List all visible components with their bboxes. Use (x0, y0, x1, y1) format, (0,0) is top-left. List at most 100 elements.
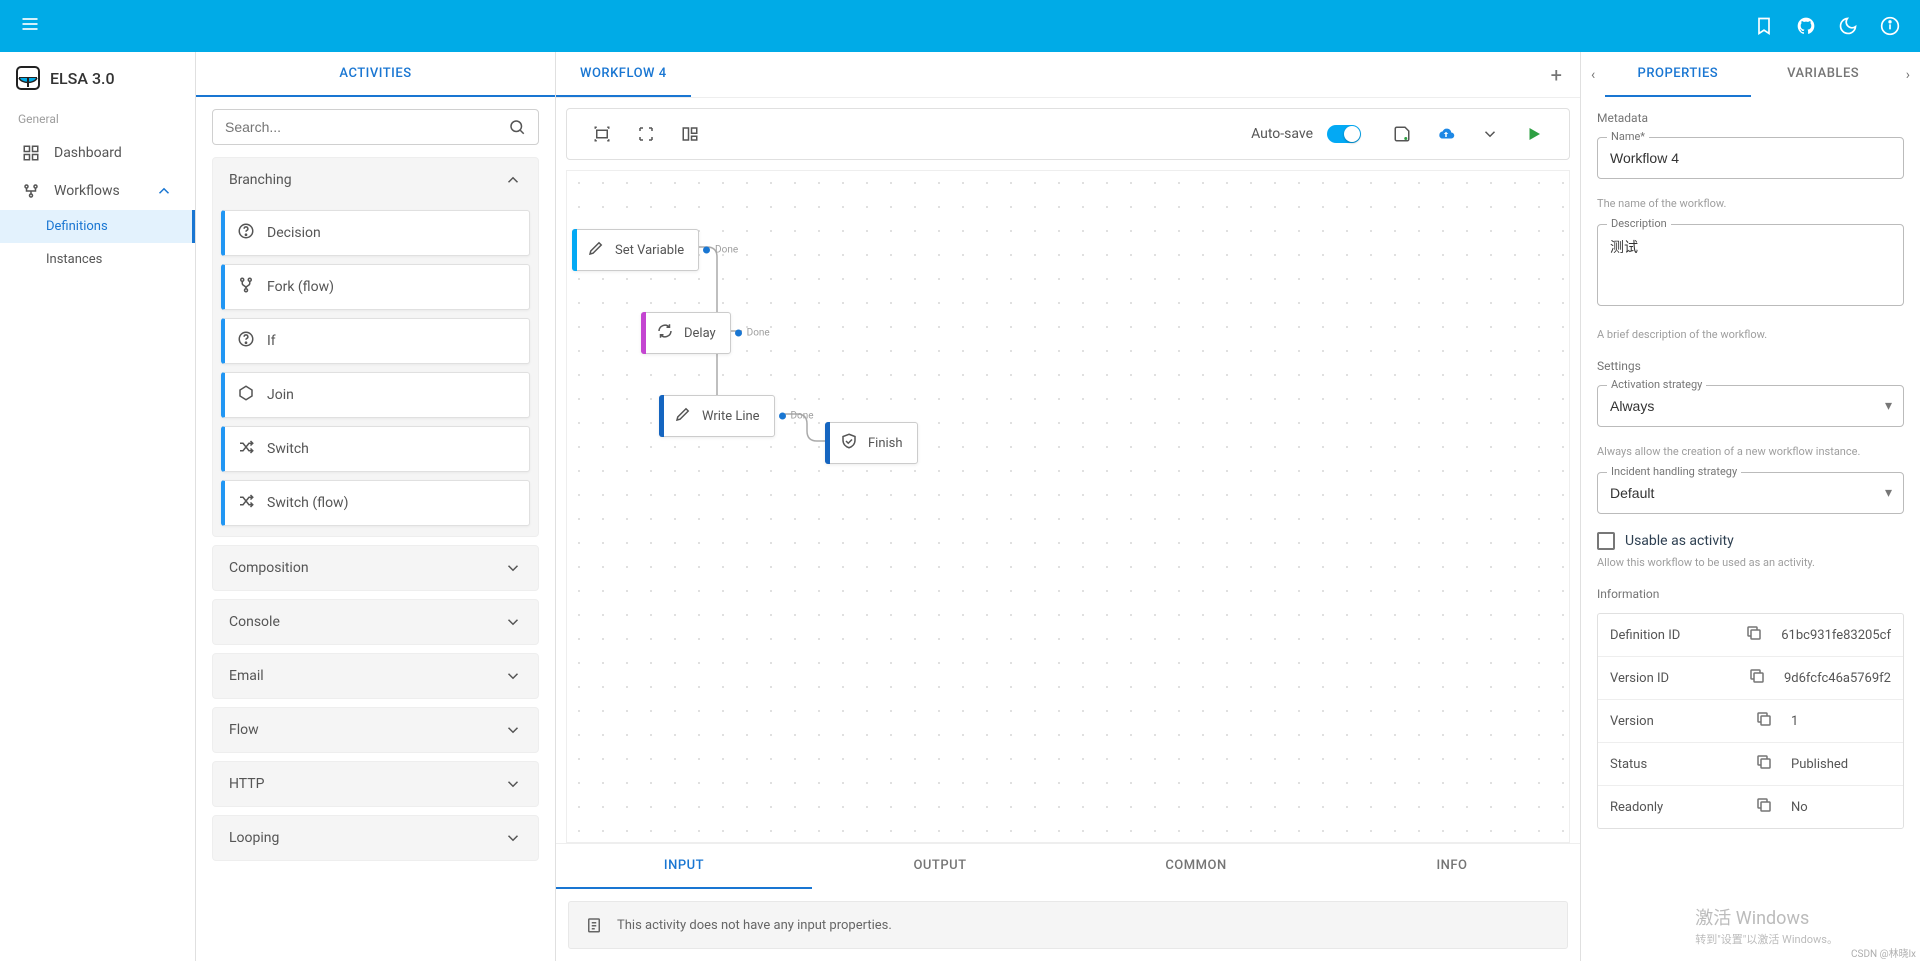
activity-group-header[interactable]: Console (213, 600, 538, 644)
csdn-watermark: CSDN @林晓lx (1851, 945, 1916, 960)
chevron-down-icon (504, 721, 522, 739)
brand[interactable]: ELSA 3.0 (0, 52, 195, 104)
activity-item[interactable]: Fork (flow) (221, 264, 530, 310)
assignment-icon (585, 916, 603, 934)
search-icon (508, 118, 526, 136)
activity-item-label: If (267, 333, 276, 349)
moon-icon[interactable] (1838, 16, 1858, 36)
info-key: Version (1610, 714, 1737, 729)
sidebar-item-workflows[interactable]: Workflows (0, 172, 195, 210)
info-row: ReadonlyNo (1598, 786, 1903, 828)
activity-item[interactable]: Switch (221, 426, 530, 472)
dropdown-icon[interactable] (1471, 117, 1509, 151)
tab-properties[interactable]: PROPERTIES (1605, 52, 1750, 97)
run-icon[interactable] (1515, 117, 1553, 151)
info-key: Definition ID (1610, 628, 1727, 643)
info-value: 1 (1791, 714, 1891, 729)
workflow-tab[interactable]: WORKFLOW 4 (556, 52, 691, 97)
auto-save-label: Auto-save (1251, 126, 1313, 142)
info-row: Version ID9d6fcfc46a5769f2 (1598, 657, 1903, 700)
prop-nav-next[interactable]: › (1896, 59, 1920, 91)
auto-save-toggle[interactable] (1327, 125, 1361, 143)
center-icon[interactable] (627, 117, 665, 151)
incident-select[interactable] (1597, 472, 1904, 514)
description-field[interactable] (1597, 224, 1904, 306)
workflow-node[interactable]: Finish (825, 422, 918, 464)
top-bar (0, 0, 1920, 52)
usable-help: Allow this workflow to be used as an act… (1597, 556, 1904, 569)
output-port[interactable] (703, 247, 710, 254)
tab-activities[interactable]: ACTIVITIES (196, 52, 555, 97)
info-icon[interactable] (1880, 16, 1900, 36)
output-port[interactable] (735, 330, 742, 337)
sidebar-sub-instances[interactable]: Instances (0, 243, 195, 276)
bottom-tab-info[interactable]: INFO (1324, 844, 1580, 889)
activity-item[interactable]: Switch (flow) (221, 480, 530, 526)
fit-screen-icon[interactable] (583, 117, 621, 151)
dashboard-icon (22, 144, 40, 162)
shuffle-icon (237, 438, 255, 460)
name-field[interactable] (1597, 137, 1904, 179)
activity-item[interactable]: Decision (221, 210, 530, 256)
chevron-up-icon (155, 182, 173, 200)
canvas-area[interactable]: Set VariableDone DelayDone Write LineDone F… (566, 170, 1570, 843)
pencil-icon (587, 239, 605, 261)
workflow-node[interactable]: Set VariableDone (572, 229, 699, 271)
activation-help: Always allow the creation of a new workf… (1597, 445, 1904, 458)
usable-checkbox-row[interactable]: Usable as activity (1597, 532, 1904, 550)
help-circle-icon (237, 330, 255, 352)
desc-help: A brief description of the workflow. (1597, 328, 1904, 341)
copy-icon[interactable] (1755, 710, 1773, 732)
notice-text: This activity does not have any input pr… (617, 918, 892, 933)
information-label: Information (1597, 587, 1904, 601)
activity-group-header[interactable]: HTTP (213, 762, 538, 806)
save-icon[interactable] (1383, 117, 1421, 151)
usable-label: Usable as activity (1625, 533, 1734, 549)
copy-icon[interactable] (1755, 796, 1773, 818)
chevron-down-icon (504, 613, 522, 631)
activity-group: Console (212, 599, 539, 645)
activity-item[interactable]: Join (221, 372, 530, 418)
bottom-tab-common[interactable]: COMMON (1068, 844, 1324, 889)
copy-icon[interactable] (1748, 667, 1766, 689)
sidebar-item-dashboard[interactable]: Dashboard (0, 134, 195, 172)
info-value: 61bc931fe83205cf (1781, 628, 1891, 643)
activity-group-header[interactable]: Composition (213, 546, 538, 590)
menu-icon[interactable] (20, 14, 40, 38)
github-icon[interactable] (1796, 16, 1816, 36)
activity-group-header[interactable]: Email (213, 654, 538, 698)
copy-icon[interactable] (1755, 753, 1773, 775)
info-value: No (1791, 800, 1891, 815)
activity-group-header[interactable]: Looping (213, 816, 538, 860)
workflow-node[interactable]: Write LineDone (659, 395, 775, 437)
activity-item[interactable]: If (221, 318, 530, 364)
bottom-tab-output[interactable]: OUTPUT (812, 844, 1068, 889)
workflows-icon (22, 182, 40, 200)
activity-group-header[interactable]: Flow (213, 708, 538, 752)
layout-icon[interactable] (671, 117, 709, 151)
pencil-icon (674, 405, 692, 427)
output-port[interactable] (779, 413, 786, 420)
sidebar-sub-definitions[interactable]: Definitions (0, 210, 195, 243)
prop-nav-prev[interactable]: ‹ (1581, 59, 1605, 91)
copy-icon[interactable] (1745, 624, 1763, 646)
add-tab-button[interactable]: + (1533, 63, 1580, 87)
activity-group-header[interactable]: Branching (213, 158, 538, 202)
sidebar-section-label: General (0, 104, 195, 134)
brand-name: ELSA 3.0 (50, 69, 115, 88)
activation-select[interactable] (1597, 385, 1904, 427)
sidebar-item-label: Workflows (54, 183, 120, 199)
workflow-node[interactable]: DelayDone (641, 312, 731, 354)
checkbox-icon[interactable] (1597, 532, 1615, 550)
sidebar-item-label: Dashboard (54, 145, 122, 161)
activity-item-label: Fork (flow) (267, 279, 334, 295)
metadata-label: Metadata (1597, 111, 1904, 125)
tab-variables[interactable]: VARIABLES (1751, 52, 1896, 97)
bookmark-icon[interactable] (1754, 16, 1774, 36)
bottom-tab-input[interactable]: INPUT (556, 844, 812, 889)
search-field[interactable] (225, 119, 508, 135)
fork-icon (237, 276, 255, 298)
search-input[interactable] (212, 109, 539, 145)
publish-icon[interactable] (1427, 117, 1465, 151)
sidebar: ELSA 3.0 General Dashboard Workflows Def… (0, 52, 196, 961)
